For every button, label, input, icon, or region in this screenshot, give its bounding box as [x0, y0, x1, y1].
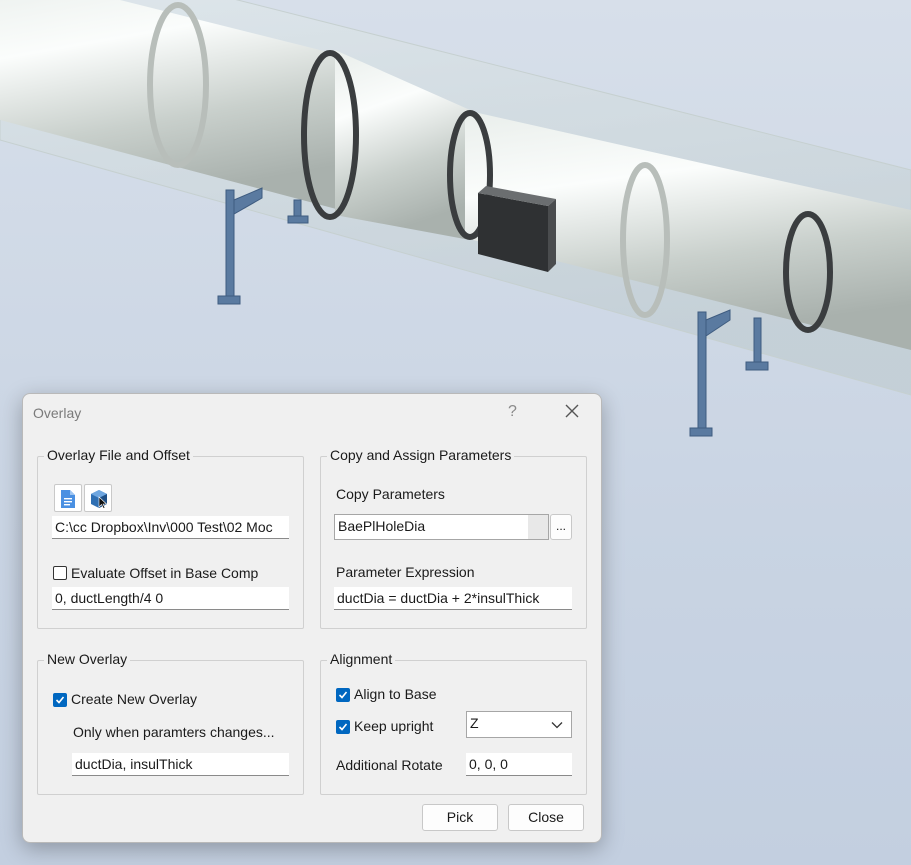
- dialog-title: Overlay: [33, 405, 82, 421]
- group-copy-params: Copy and Assign Parameters Copy Paramete…: [320, 447, 587, 629]
- only-when-label: Only when paramters changes...: [73, 724, 275, 740]
- upright-axis-value: Z: [470, 715, 479, 731]
- group-overlay-file: Overlay File and Offset C:\cc Dropbox\In…: [37, 447, 304, 629]
- upright-axis-select[interactable]: Z: [466, 711, 572, 738]
- copy-parameters-label: Copy Parameters: [336, 486, 445, 502]
- align-to-base-label[interactable]: Align to Base: [354, 686, 437, 702]
- evaluate-offset-checkbox[interactable]: [53, 566, 67, 580]
- group-label-overlay-file: Overlay File and Offset: [44, 447, 193, 463]
- group-label-copy-params: Copy and Assign Parameters: [327, 447, 515, 463]
- damper-box-face: [548, 199, 556, 272]
- create-new-overlay-label[interactable]: Create New Overlay: [71, 691, 197, 707]
- browse-parameters-button[interactable]: ...: [550, 514, 572, 540]
- group-label-new-overlay: New Overlay: [44, 651, 131, 667]
- chevron-down-icon: [551, 722, 563, 729]
- group-label-alignment: Alignment: [327, 651, 396, 667]
- copy-parameters-field[interactable]: BaePlHoleDia: [334, 514, 549, 540]
- combo-scroll-strip: [528, 515, 548, 539]
- close-button[interactable]: Close: [508, 804, 584, 831]
- document-icon: [61, 490, 75, 508]
- help-icon[interactable]: ?: [508, 403, 517, 421]
- create-new-overlay-checkbox[interactable]: [53, 693, 67, 707]
- pick-button[interactable]: Pick: [422, 804, 498, 831]
- group-alignment: Alignment Align to Base Keep upright Z A…: [320, 651, 587, 795]
- offset-field[interactable]: 0, ductLength/4 0: [52, 587, 289, 610]
- overlay-dialog: Overlay ? Overlay File and Offset C:\cc …: [22, 393, 602, 843]
- copy-parameters-value: BaePlHoleDia: [338, 518, 426, 534]
- part-cube-icon: [91, 490, 108, 509]
- overlay-file-path-field[interactable]: C:\cc Dropbox\Inv\000 Test\02 Moc: [52, 516, 289, 539]
- evaluate-offset-label[interactable]: Evaluate Offset in Base Comp: [71, 565, 258, 581]
- group-new-overlay: New Overlay Create New Overlay Only when…: [37, 651, 304, 795]
- check-icon: [55, 696, 65, 704]
- close-icon[interactable]: [563, 402, 581, 420]
- additional-rotate-field[interactable]: 0, 0, 0: [466, 753, 572, 776]
- keep-upright-label[interactable]: Keep upright: [354, 718, 433, 734]
- keep-upright-checkbox[interactable]: [336, 720, 350, 734]
- parameter-expression-label: Parameter Expression: [336, 564, 475, 580]
- select-part-button[interactable]: [84, 484, 112, 512]
- additional-rotate-label: Additional Rotate: [336, 757, 443, 773]
- parameter-expression-field[interactable]: ductDia = ductDia + 2*insulThick: [334, 587, 572, 610]
- align-to-base-checkbox[interactable]: [336, 688, 350, 702]
- check-icon: [338, 691, 348, 699]
- browse-file-button[interactable]: [54, 484, 82, 512]
- watched-parameters-field[interactable]: ductDia, insulThick: [72, 753, 289, 776]
- check-icon: [338, 723, 348, 731]
